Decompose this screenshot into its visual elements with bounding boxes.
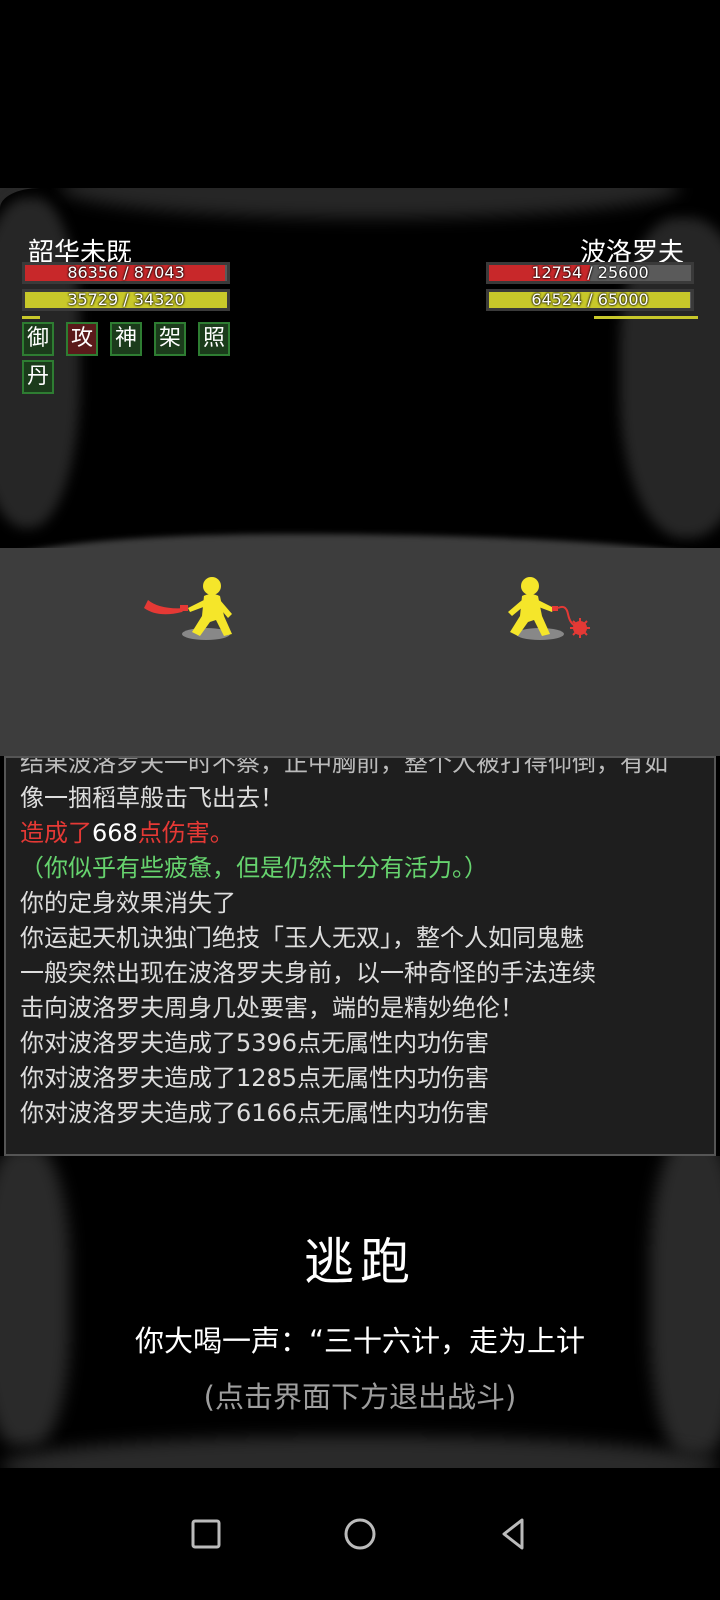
escape-hint: (点击界面下方退出战斗) [203,1380,517,1414]
log-line: 你的定身效果消失了 [20,889,236,917]
navigation-bar [0,1468,720,1600]
battle-arena[interactable]: 韶华未既 86356 / 87043 35729 / 34320 御 攻 神 架… [0,188,720,756]
enemy-hp-text: 12754 / 25600 [531,263,649,282]
flail-icon [570,618,590,638]
enemy-hp-bar: 12754 / 25600 [486,262,694,284]
status-bar-area [0,0,720,188]
log-line: 你对波洛罗夫造成了5396点无属性内功伤害 [20,1029,490,1057]
escape-title: 逃跑 [304,1233,416,1291]
player-hp-text: 86356 / 87043 [67,263,185,282]
combat-log[interactable]: 结果波洛罗夫一时不察，正中胸前，整个人被打得仰倒，有如 像一捆稻草般击飞出去！ … [4,756,716,1156]
back-icon[interactable] [494,1514,534,1554]
escape-panel[interactable]: 逃跑 你大喝一声：“三十六计，走为上计 (点击界面下方退出战斗) [0,1156,720,1468]
player-hp-bar: 86356 / 87043 [22,262,230,284]
log-line: 击向波洛罗夫周身几处要害，端的是精妙绝伦！ [20,994,524,1022]
log-line-damage: 造成了668点伤害。 [20,816,700,851]
enemy-fighter-sprite [508,577,590,638]
home-icon[interactable] [340,1514,380,1554]
buff-defense-icon[interactable]: 御 [22,322,54,356]
buff-attack-icon[interactable]: 攻 [66,322,98,356]
smoke-decoration [0,1436,720,1468]
log-line: 你对波洛罗夫造成了1285点无属性内功伤害 [20,1064,490,1092]
player-mp-text: 35729 / 34320 [67,290,185,309]
buff-pill-icon[interactable]: 丹 [22,360,54,394]
enemy-mp-bar: 64524 / 65000 [486,289,694,311]
log-damage-suffix: 点伤害。 [137,819,234,847]
log-line: 你对波洛罗夫造成了6166点无属性内功伤害 [20,1099,490,1127]
player-fighter-sprite [144,577,232,636]
buff-parry-icon[interactable]: 架 [154,322,186,356]
buff-spirit-icon[interactable]: 神 [110,322,142,356]
enemy-mp-text: 64524 / 65000 [531,290,649,309]
buff-reflect-icon[interactable]: 照 [198,322,230,356]
player-mp-underline [22,316,40,319]
log-line-status: （你似乎有些疲惫，但是仍然十分有活力。） [20,854,488,882]
ground [0,548,720,756]
player-mp-bar: 35729 / 34320 [22,289,230,311]
sword-icon [144,600,186,615]
enemy-mp-underline [594,316,698,319]
log-damage-prefix: 造成了 [20,819,92,847]
log-line: 你运起天机诀独门绝技「玉人无双」，整个人如同鬼魅 [20,924,584,952]
log-line: 结果波洛罗夫一时不察，正中胸前，整个人被打得仰倒，有如 [20,756,668,777]
log-line: 像一捆稻草般击飞出去！ [20,784,284,812]
escape-shout: 你大喝一声：“三十六计，走为上计 [134,1324,586,1358]
recent-apps-icon[interactable] [186,1514,226,1554]
log-line: 一般突然出现在波洛罗夫身前，以一种奇怪的手法连续 [20,959,596,987]
log-damage-number: 668 [92,819,138,847]
